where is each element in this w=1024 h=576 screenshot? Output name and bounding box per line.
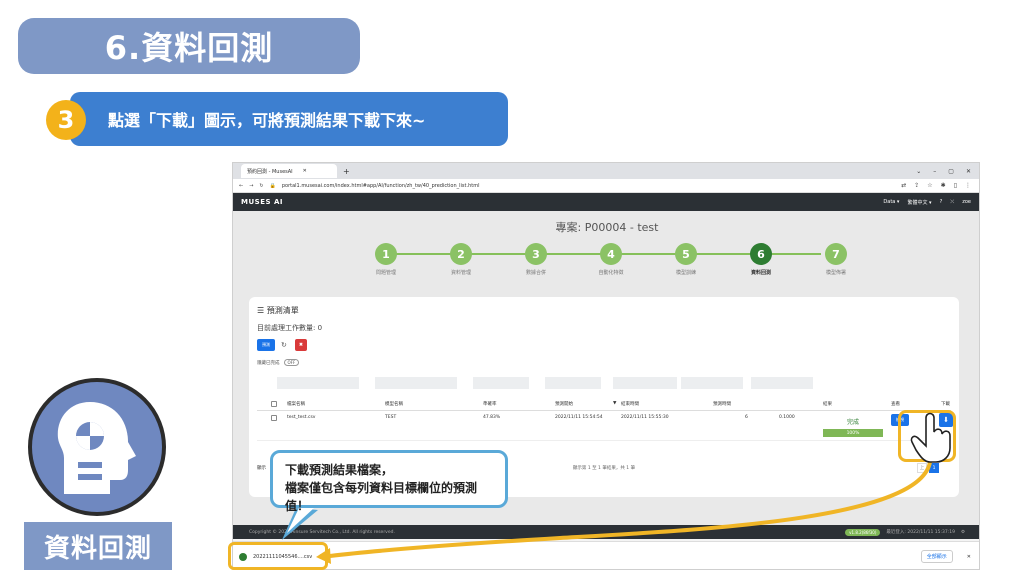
arrow-overlay [282, 412, 951, 564]
callout-box: 下載預測結果檔案， 檔案僅包含每列資料目標欄位的預測值！ [270, 450, 508, 513]
callout-line-1: 下載預測結果檔案， [285, 463, 394, 477]
pointer-hand-icon [910, 412, 951, 463]
slide: 6.資料回測 點選「下載」圖示，可將預測結果下載下來~ 3 資料回測 預約回測 … [0, 0, 1024, 576]
step-number-badge: 3 [46, 100, 86, 140]
callout-line-2: 檔案僅包含每列資料目標欄位的預測值！ [285, 481, 478, 513]
